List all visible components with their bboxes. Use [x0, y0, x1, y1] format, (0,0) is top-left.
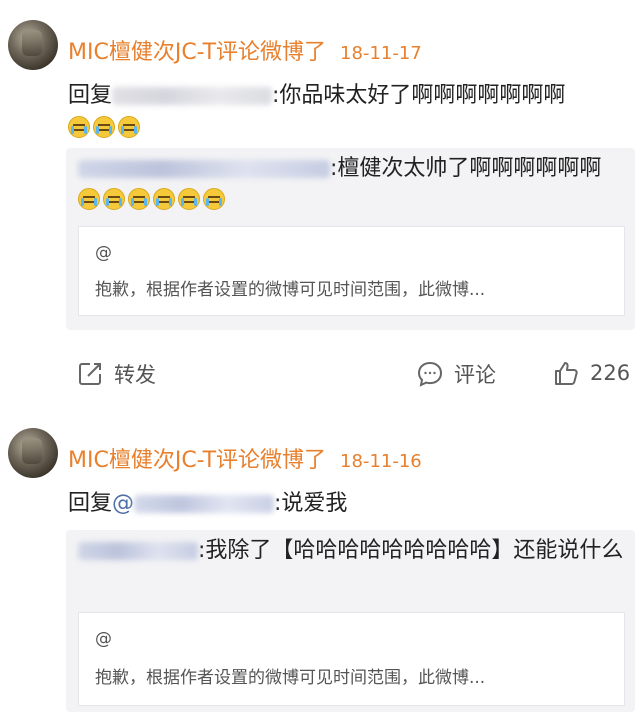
post-header: MIC檀健次JC-T评论微博了 18-11-17	[68, 34, 422, 66]
reply-body: :你品味太好了啊啊啊啊啊啊啊	[272, 83, 566, 108]
emoji-row	[78, 186, 228, 211]
reply-prefix: 回复	[68, 83, 113, 108]
crying-emoji-icon	[203, 188, 225, 210]
crying-emoji-icon	[118, 116, 140, 138]
reply-text: 回复 :你品味太好了啊啊啊啊啊啊啊	[68, 80, 633, 142]
reply-prefix: 回复	[68, 491, 113, 516]
crying-emoji-icon	[93, 116, 115, 138]
comment-label: 评论	[454, 363, 496, 387]
quoted-comment[interactable]: :檀健次太帅了啊啊啊啊啊啊 @ 抱歉，根据作者设置的微博可见时间范围，此微博..…	[66, 148, 635, 330]
inner-at: @	[95, 243, 112, 263]
comment-icon	[417, 361, 443, 387]
post-2: MIC檀健次JC-T评论微博了 18-11-16 回复@:说爱我 :我除了【哈哈…	[0, 400, 641, 712]
quote-text: :檀健次太帅了啊啊啊啊啊啊	[78, 154, 625, 214]
avatar[interactable]	[8, 20, 58, 70]
author-action[interactable]: MIC檀健次JC-T评论微博了	[68, 34, 326, 66]
crying-emoji-icon	[78, 188, 100, 210]
like-count: 226	[590, 361, 631, 385]
redacted-username	[78, 160, 330, 178]
like-button[interactable]: 226	[552, 359, 630, 387]
avatar[interactable]	[8, 428, 58, 478]
crying-emoji-icon	[153, 188, 175, 210]
unavailable-notice: 抱歉，根据作者设置的微博可见时间范围，此微博...	[95, 280, 486, 300]
post-date: 18-11-17	[340, 43, 422, 64]
redacted-username	[78, 542, 198, 560]
comment-button[interactable]: 评论	[416, 359, 496, 389]
emoji-row	[68, 114, 143, 139]
quote-text: :我除了【哈哈哈哈哈哈哈哈哈】还能说什么	[78, 536, 625, 566]
post-header: MIC檀健次JC-T评论微博了 18-11-16	[68, 442, 422, 474]
repost-label: 转发	[114, 363, 156, 387]
quote-body: :檀健次太帅了啊啊啊啊啊啊	[330, 156, 602, 181]
unavailable-notice: 抱歉，根据作者设置的微博可见时间范围，此微博...	[95, 668, 486, 688]
crying-emoji-icon	[128, 188, 150, 210]
quote-body: :我除了【哈哈哈哈哈哈哈哈哈】还能说什么	[198, 538, 624, 563]
repost-icon	[79, 363, 101, 385]
unavailable-post-card[interactable]: @ 抱歉，根据作者设置的微博可见时间范围，此微博...	[78, 612, 625, 706]
like-icon	[555, 362, 578, 385]
repost-button[interactable]: 转发	[76, 359, 156, 389]
inner-at: @	[95, 629, 112, 649]
redacted-username	[134, 495, 275, 513]
post-1: MIC檀健次JC-T评论微博了 18-11-17 回复 :你品味太好了啊啊啊啊啊啊…	[0, 0, 641, 400]
quoted-comment[interactable]: :我除了【哈哈哈哈哈哈哈哈哈】还能说什么 @ 抱歉，根据作者设置的微博可见时间范…	[66, 530, 635, 712]
post-date: 18-11-16	[340, 451, 422, 472]
redacted-username	[112, 87, 273, 105]
crying-emoji-icon	[178, 188, 200, 210]
reply-text: 回复@ :说爱我	[68, 488, 633, 519]
unavailable-post-card[interactable]: @ 抱歉，根据作者设置的微博可见时间范围，此微博...	[78, 226, 625, 316]
crying-emoji-icon	[103, 188, 125, 210]
crying-emoji-icon	[68, 116, 90, 138]
author-action[interactable]: MIC檀健次JC-T评论微博了	[68, 442, 326, 474]
reply-mention[interactable]: @	[112, 491, 134, 516]
reply-body: :说爱我	[274, 491, 348, 516]
